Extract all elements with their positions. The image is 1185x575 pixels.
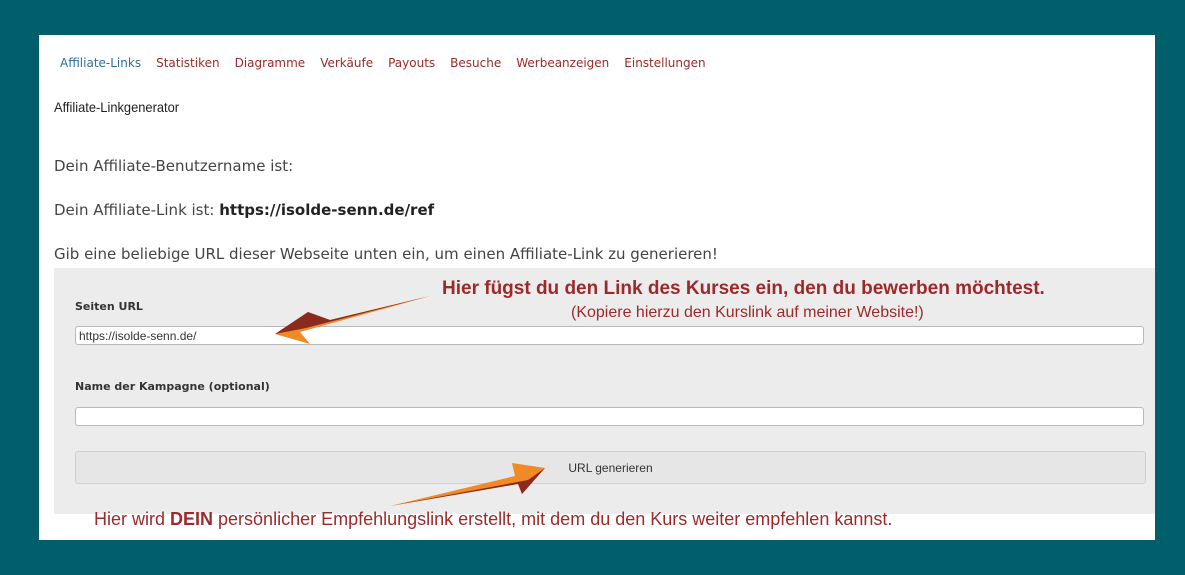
- nav-einstellungen[interactable]: Einstellungen: [624, 56, 705, 70]
- affiliate-nav: Affiliate-Links Statistiken Diagramme Ve…: [60, 56, 721, 70]
- affiliate-panel: Affiliate-Links Statistiken Diagramme Ve…: [39, 35, 1155, 540]
- annotation-bottom-suffix: persönlicher Empfehlungslink erstellt, m…: [213, 509, 893, 529]
- nav-besuche[interactable]: Besuche: [450, 56, 501, 70]
- nav-diagramme[interactable]: Diagramme: [235, 56, 306, 70]
- generate-url-button[interactable]: URL generieren: [75, 451, 1146, 484]
- nav-payouts[interactable]: Payouts: [388, 56, 435, 70]
- url-input[interactable]: [75, 326, 1144, 345]
- nav-affiliate-links[interactable]: Affiliate-Links: [60, 56, 141, 70]
- affiliate-link-prefix: Dein Affiliate-Link ist:: [54, 201, 220, 219]
- campaign-field-label: Name der Kampagne (optional): [75, 380, 270, 393]
- instruction-line: Gib eine beliebige URL dieser Webseite u…: [54, 245, 718, 263]
- campaign-input[interactable]: [75, 407, 1144, 426]
- url-field-label: Seiten URL: [75, 300, 143, 313]
- affiliate-link-value: https://isolde-senn.de/ref: [219, 201, 435, 219]
- annotation-heading: Hier fügst du den Link des Kurses ein, d…: [442, 278, 1045, 299]
- annotation-subheading: (Kopiere hierzu den Kurslink auf meiner …: [571, 304, 924, 321]
- nav-verkaeufe[interactable]: Verkäufe: [320, 56, 373, 70]
- annotation-bottom-prefix: Hier wird: [94, 509, 171, 529]
- affiliate-link-line: Dein Affiliate-Link ist: https://isolde-…: [54, 201, 434, 219]
- username-line: Dein Affiliate-Benutzername ist:: [54, 157, 294, 175]
- nav-werbeanzeigen[interactable]: Werbeanzeigen: [516, 56, 609, 70]
- annotation-bottom: Hier wird DEIN persönlicher Empfehlungsl…: [94, 509, 892, 530]
- page-subtitle: Affiliate-Linkgenerator: [54, 99, 180, 115]
- annotation-bottom-bold: DEIN: [170, 509, 214, 529]
- nav-statistiken[interactable]: Statistiken: [156, 56, 220, 70]
